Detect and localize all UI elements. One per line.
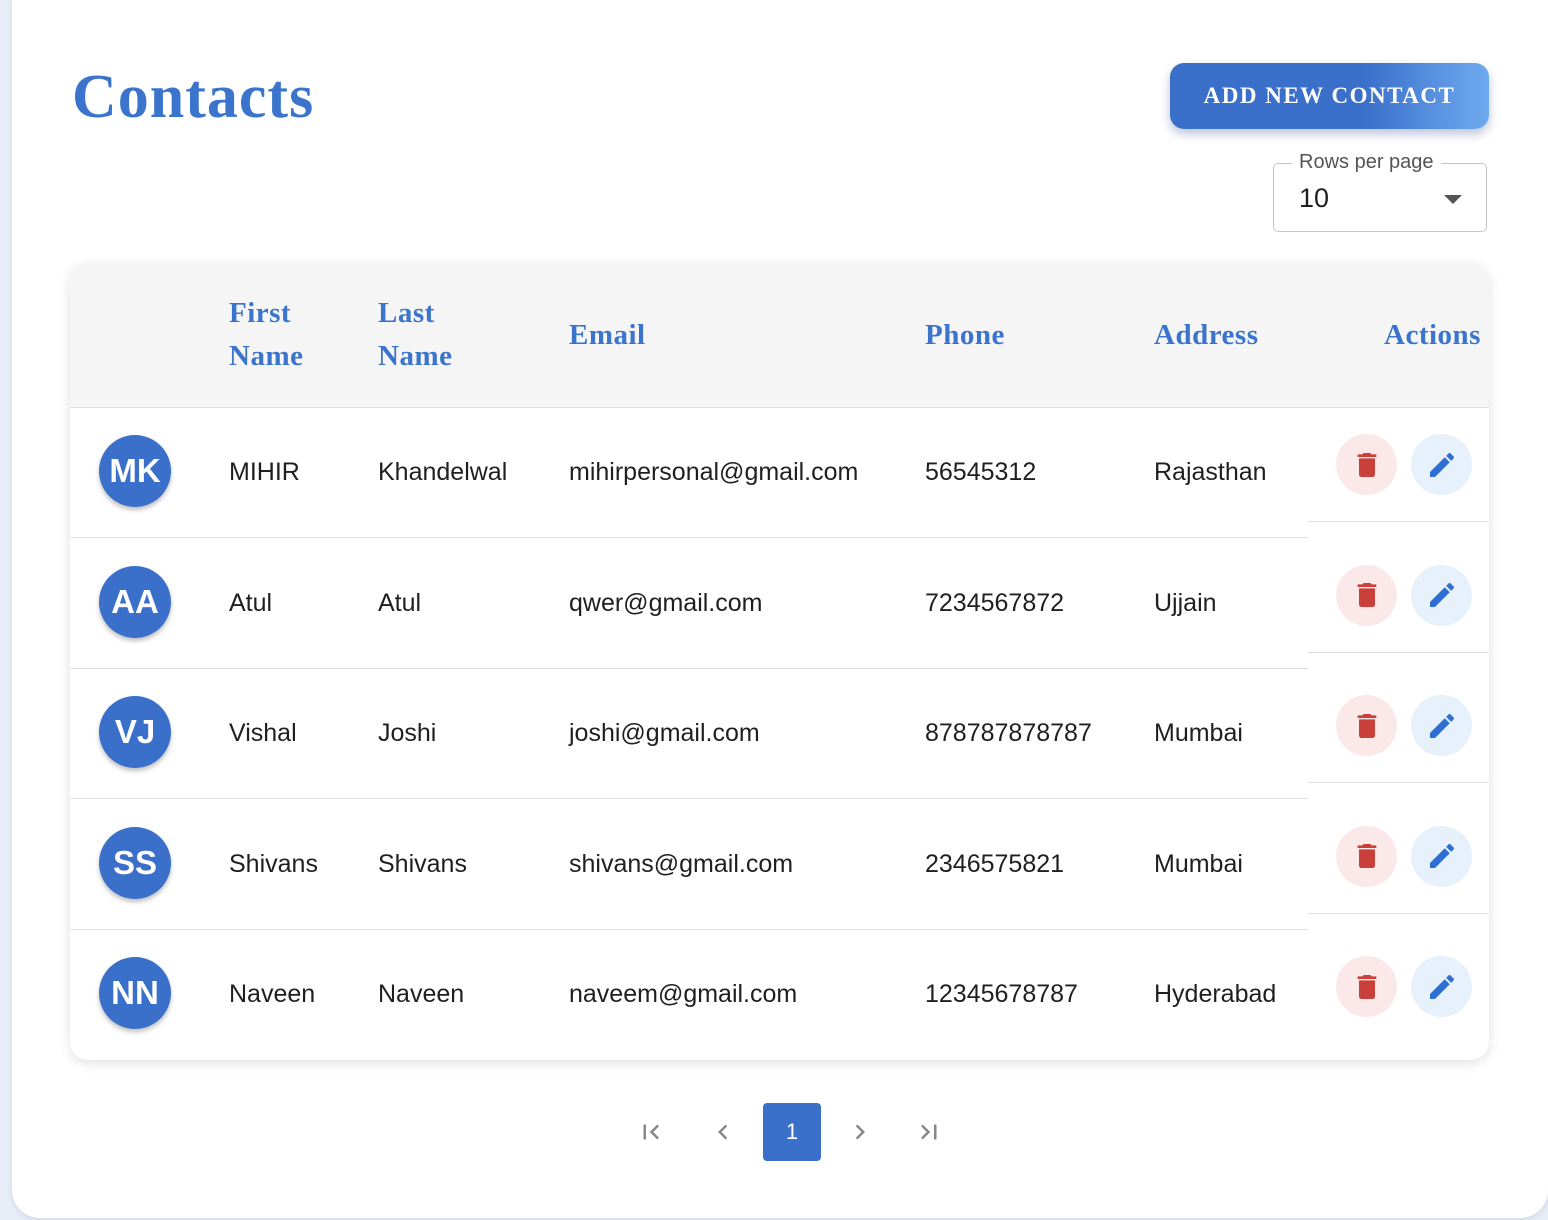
cell-phone: 12345678787	[925, 980, 1078, 1009]
first-page-icon	[643, 1124, 659, 1140]
cell-address: Mumbai	[1154, 719, 1243, 748]
cell-address: Mumbai	[1154, 849, 1243, 878]
edit-contact-button[interactable]	[1411, 695, 1472, 757]
edit-contact-button[interactable]	[1411, 825, 1472, 887]
rows-per-page-value: 10	[1299, 183, 1330, 213]
cell-last-name: Joshi	[378, 719, 437, 748]
cell-email: joshi@gmail.com	[569, 719, 760, 748]
delete-contact-button[interactable]	[1336, 695, 1397, 757]
cell-first-name: Shivans	[229, 849, 318, 878]
avatar: SS	[99, 826, 171, 899]
header-phone: Phone	[925, 318, 1005, 351]
header-last-name: Last Name	[378, 297, 453, 372]
cell-phone: 56545312	[925, 458, 1037, 486]
chevron-right-icon	[855, 1124, 865, 1140]
cell-last-name: Atul	[378, 588, 422, 617]
edit-contact-button[interactable]	[1411, 564, 1472, 626]
header-address: Address	[1154, 318, 1259, 351]
cell-last-name: Shivans	[378, 849, 467, 878]
actions-divider	[1308, 782, 1489, 784]
table-row: AA Atul Atul qwer@gmail.com 7234567872 Ujjain	[70, 538, 1489, 669]
trash-icon	[1357, 974, 1376, 999]
last-page-button[interactable]	[900, 1103, 958, 1161]
contacts-card: Contacts ADD NEW CONTACT Rows per page 1…	[12, 0, 1548, 1218]
pencil-icon	[1429, 974, 1454, 999]
pencil-icon	[1429, 452, 1454, 477]
cell-phone: 878787878787	[925, 719, 1092, 748]
trash-icon	[1357, 583, 1376, 608]
page-title: Contacts	[72, 63, 315, 131]
actions-divider	[1308, 912, 1489, 914]
header-email: Email	[569, 318, 646, 351]
cell-phone: 2346575821	[925, 849, 1065, 878]
add-new-contact-button[interactable]: ADD NEW CONTACT	[1170, 63, 1489, 129]
table-row: NN Naveen Naveen naveem@gmail.com 1234567878…	[70, 929, 1489, 1060]
cell-email: qwer@gmail.com	[569, 588, 763, 617]
avatar: AA	[99, 565, 171, 638]
avatar: MK	[99, 435, 171, 507]
delete-contact-button[interactable]	[1336, 434, 1397, 495]
cell-address: Rajasthan	[1154, 458, 1267, 486]
cell-address: Ujjain	[1154, 588, 1217, 617]
cell-email: naveem@gmail.com	[569, 980, 798, 1009]
trash-icon	[1357, 452, 1376, 477]
actions-divider	[1308, 521, 1489, 522]
avatar: NN	[99, 957, 171, 1030]
edit-contact-button[interactable]	[1411, 956, 1472, 1018]
cell-last-name: Naveen	[378, 980, 465, 1009]
cell-phone: 7234567872	[925, 588, 1065, 617]
delete-contact-button[interactable]	[1336, 956, 1397, 1018]
previous-page-button[interactable]	[694, 1103, 752, 1161]
trash-icon	[1357, 844, 1376, 869]
cell-first-name: Atul	[229, 588, 273, 617]
rows-per-page-select[interactable]: Rows per page 10	[1273, 149, 1487, 232]
last-page-icon	[921, 1124, 937, 1140]
cell-first-name: Naveen	[229, 980, 316, 1009]
first-page-button[interactable]	[622, 1103, 680, 1161]
header-first-name: First Name	[229, 297, 304, 372]
table-header: First Name Last Name Email Phone Address…	[70, 263, 1489, 408]
cell-address: Hyderabad	[1154, 980, 1277, 1009]
caret-down-icon	[1444, 195, 1462, 204]
page-1-button[interactable]: 1	[763, 1103, 821, 1161]
cell-email: mihirpersonal@gmail.com	[569, 458, 859, 486]
table-row: VJ Vishal Joshi joshi@gmail.com 878787878787…	[70, 668, 1489, 800]
edit-contact-button[interactable]	[1411, 434, 1472, 495]
table-row: SS Shivans Shivans shivans@gmail.com 2346575…	[70, 799, 1489, 930]
actions-divider	[1308, 651, 1489, 653]
next-page-button[interactable]	[831, 1103, 889, 1161]
delete-contact-button[interactable]	[1336, 564, 1397, 626]
cell-first-name: MIHIR	[229, 458, 300, 486]
cell-email: shivans@gmail.com	[569, 849, 794, 878]
table-row: MK MIHIR Khandelwal mihirpersonal@gmail.com…	[70, 407, 1489, 538]
pencil-icon	[1429, 583, 1454, 608]
header-actions: Actions	[1384, 318, 1481, 351]
chevron-left-icon	[718, 1124, 728, 1140]
avatar: VJ	[99, 696, 171, 769]
cell-first-name: Vishal	[229, 719, 297, 748]
pencil-icon	[1429, 713, 1454, 738]
delete-contact-button[interactable]	[1336, 825, 1397, 887]
trash-icon	[1357, 713, 1376, 738]
contacts-table: First Name Last Name Email Phone Address…	[70, 263, 1489, 1060]
rows-per-page-label: Rows per page	[1292, 149, 1441, 175]
pencil-icon	[1429, 844, 1454, 869]
cell-last-name: Khandelwal	[378, 458, 508, 486]
